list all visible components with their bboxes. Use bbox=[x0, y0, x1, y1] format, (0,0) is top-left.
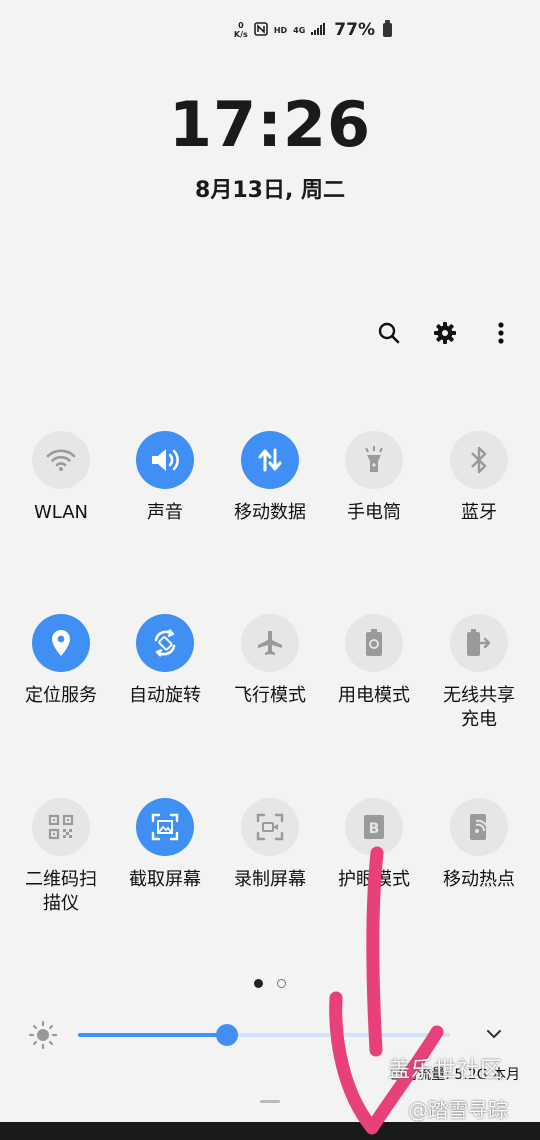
tile-location[interactable]: 定位服务 bbox=[8, 614, 114, 708]
tile-label: 自动旋转 bbox=[129, 685, 201, 706]
battery-icon bbox=[383, 20, 392, 37]
network-type: 4G bbox=[293, 25, 306, 35]
tile-screen-record[interactable]: 录制屏幕 bbox=[217, 798, 323, 892]
tile-label: 声音 bbox=[147, 502, 183, 523]
more-options-button[interactable] bbox=[486, 318, 516, 348]
auto-rotate-icon bbox=[136, 614, 194, 672]
network-speed: 0 K/s bbox=[233, 21, 248, 39]
tile-label: 移动数据 bbox=[234, 502, 306, 523]
watermark-author: @踏雪寻踪 bbox=[408, 1098, 508, 1122]
sound-icon bbox=[136, 431, 194, 489]
tile-label: 定位服务 bbox=[25, 685, 97, 706]
status-bar: 0 K/s HD 4G 77% bbox=[234, 20, 392, 40]
screen-record-icon bbox=[241, 798, 299, 856]
tile-label: 护眼模式 bbox=[338, 869, 410, 890]
battery-percent: 77% bbox=[334, 20, 375, 40]
flashlight-icon bbox=[345, 431, 403, 489]
scribble-annotation bbox=[329, 846, 444, 1135]
nfc-icon bbox=[254, 21, 268, 39]
tile-label: WLAN bbox=[33, 502, 89, 523]
tile-mobile-data[interactable]: 移动数据 bbox=[217, 431, 323, 525]
panel-actions bbox=[374, 318, 516, 348]
background-strip bbox=[0, 1122, 540, 1140]
expand-button[interactable] bbox=[484, 1024, 504, 1048]
more-vertical-icon bbox=[498, 322, 504, 344]
drag-handle[interactable] bbox=[260, 1100, 280, 1103]
power-mode-icon bbox=[345, 614, 403, 672]
tile-power-mode[interactable]: 用电模式 bbox=[321, 614, 427, 708]
clock: 17:26 bbox=[168, 88, 372, 161]
tile-airplane-mode[interactable]: 飞行模式 bbox=[217, 614, 323, 708]
screenshot-icon bbox=[136, 798, 194, 856]
tile-label: 二维码扫 描仪 bbox=[25, 869, 97, 914]
tile-eye-comfort[interactable]: B 护眼模式 bbox=[321, 798, 427, 892]
tile-label: 用电模式 bbox=[338, 685, 410, 706]
page-dot[interactable] bbox=[277, 979, 286, 988]
brightness-slider-fill bbox=[78, 1033, 227, 1037]
eye-comfort-icon: B bbox=[345, 798, 403, 856]
location-icon bbox=[32, 614, 90, 672]
tile-flashlight[interactable]: 手电筒 bbox=[321, 431, 427, 525]
mobile-data-icon bbox=[241, 431, 299, 489]
airplane-icon bbox=[241, 614, 299, 672]
hd-indicator: HD bbox=[273, 25, 288, 35]
page-dot-active[interactable] bbox=[254, 979, 263, 988]
tile-label: 移动热点 bbox=[443, 869, 515, 890]
chevron-down-icon bbox=[487, 1030, 501, 1038]
page-indicator bbox=[0, 979, 540, 988]
gear-icon bbox=[434, 322, 456, 344]
settings-button[interactable] bbox=[430, 318, 460, 348]
tile-label: 飞行模式 bbox=[234, 685, 306, 706]
tile-screenshot[interactable]: 截取屏幕 bbox=[112, 798, 218, 892]
bluetooth-icon bbox=[450, 431, 508, 489]
tile-wireless-power-share[interactable]: 无线共享 充电 bbox=[426, 614, 532, 732]
tile-mobile-hotspot[interactable]: 移动热点 bbox=[426, 798, 532, 892]
tile-qr-scanner[interactable]: 二维码扫 描仪 bbox=[8, 798, 114, 916]
wifi-icon bbox=[32, 431, 90, 489]
brightness-slider[interactable] bbox=[78, 1024, 450, 1046]
search-button[interactable] bbox=[374, 318, 404, 348]
date: 8月13日, 周二 bbox=[195, 178, 345, 203]
watermark-site: 盖乐世社区 bbox=[388, 1058, 504, 1083]
tile-label: 截取屏幕 bbox=[129, 869, 201, 890]
brightness-slider-thumb[interactable] bbox=[215, 1024, 238, 1046]
svg-text:B: B bbox=[369, 821, 380, 837]
tile-wlan[interactable]: WLAN bbox=[8, 431, 114, 525]
tile-sound[interactable]: 声音 bbox=[112, 431, 218, 525]
qr-icon bbox=[32, 798, 90, 856]
tile-label: 无线共享 充电 bbox=[443, 685, 515, 730]
signal-icon bbox=[311, 22, 326, 38]
search-icon bbox=[378, 322, 400, 344]
tile-label: 蓝牙 bbox=[461, 502, 497, 523]
brightness-icon bbox=[28, 1020, 58, 1054]
tile-label: 录制屏幕 bbox=[234, 869, 306, 890]
wireless-share-icon bbox=[450, 614, 508, 672]
tile-auto-rotate[interactable]: 自动旋转 bbox=[112, 614, 218, 708]
tile-label: 手电筒 bbox=[347, 502, 401, 523]
hotspot-icon bbox=[450, 798, 508, 856]
brightness-control bbox=[28, 1018, 512, 1052]
tile-bluetooth[interactable]: 蓝牙 bbox=[426, 431, 532, 525]
